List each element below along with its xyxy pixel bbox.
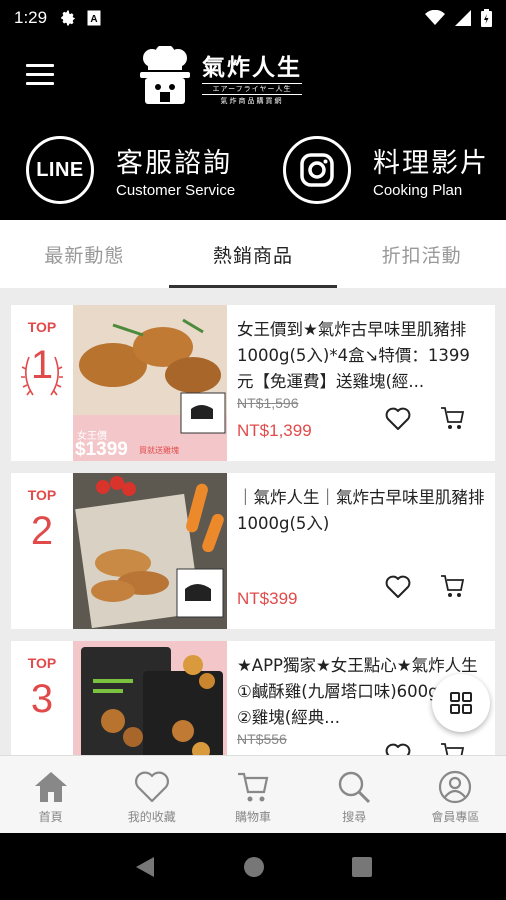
recents-square-icon[interactable]	[352, 856, 373, 877]
hamburger-menu-button[interactable]	[26, 64, 54, 86]
tab-hot-products[interactable]: 熱銷商品	[168, 220, 338, 288]
home-circle-icon[interactable]	[243, 856, 265, 878]
cooking-video-label: 料理影片	[373, 148, 489, 179]
sale-price: NT$399	[237, 589, 298, 608]
customer-service-label: 客服諮詢	[116, 148, 232, 179]
rank-badge: TOP 1	[11, 305, 73, 461]
chef-pot-logo-icon	[140, 46, 190, 104]
original-price: NT$556	[237, 731, 287, 747]
rank-label: TOP	[27, 655, 57, 671]
category-grid-button[interactable]	[432, 674, 490, 732]
rank-number: 1	[30, 343, 54, 387]
promo-badge-price: $1399	[75, 439, 128, 460]
add-to-cart-icon[interactable]	[439, 405, 465, 431]
nav-search[interactable]: 搜尋	[304, 756, 405, 833]
status-time: 1:29	[14, 8, 48, 27]
nav-home-label: 首頁	[38, 810, 63, 824]
nav-favorites-label: 我的收藏	[127, 810, 176, 824]
tab-latest-news[interactable]: 最新動態	[0, 220, 169, 288]
rank-label: TOP	[27, 319, 57, 335]
logo-tagline: 氣炸商品購買網	[220, 97, 284, 105]
product-card[interactable]: TOP 2 ｜氣炸人生｜氣炸古早味里肌豬排1000g(5入) NT$399	[11, 473, 495, 629]
nav-member-label: 會員專區	[431, 810, 480, 824]
logo-title: 氣炸人生	[202, 55, 302, 81]
tab-discounts[interactable]: 折扣活動	[337, 220, 506, 288]
rank-number: 2	[30, 509, 54, 553]
back-icon[interactable]	[134, 855, 156, 879]
product-title[interactable]: ｜氣炸人生｜氣炸古早味里肌豬排1000g(5入)	[237, 485, 485, 563]
svg-text:A: A	[90, 14, 97, 25]
favorite-heart-icon[interactable]	[385, 743, 411, 755]
rank-badge: TOP 2	[11, 473, 73, 629]
nav-cart[interactable]: 購物車	[202, 756, 303, 833]
bottom-navigation: 首頁 我的收藏 購物車 搜尋 會員專區	[0, 755, 506, 833]
line-icon: LINE	[26, 136, 94, 204]
search-icon	[339, 771, 371, 804]
heart-icon	[134, 771, 169, 803]
add-to-cart-icon[interactable]	[439, 741, 465, 755]
app-header: 氣炸人生 エアーフライヤー人生 氣炸商品購買網 LINE 客服諮詢 Custom…	[0, 36, 506, 220]
nav-search-label: 搜尋	[342, 810, 367, 824]
original-price: NT$1,596	[237, 395, 299, 411]
favorite-heart-icon[interactable]	[385, 407, 411, 431]
nav-home[interactable]: 首頁	[0, 756, 101, 833]
rank-number: 3	[30, 677, 54, 721]
nav-favorites[interactable]: 我的收藏	[101, 756, 202, 833]
customer-service-sublabel: Customer Service	[116, 182, 236, 199]
battery-icon	[481, 9, 492, 27]
category-tabs: 最新動態 熱銷商品 折扣活動	[0, 220, 506, 288]
product-card[interactable]: TOP 1 女王價 $1399 買就送雞塊 女王價到★氣炸古早味里肌豬排1000…	[11, 305, 495, 461]
add-to-cart-icon[interactable]	[439, 573, 465, 599]
wifi-icon	[425, 10, 445, 25]
rank-label: TOP	[27, 487, 57, 503]
gear-icon	[61, 10, 75, 26]
rank-badge: TOP 3	[11, 641, 73, 755]
logo-subtitle: エアーフライヤー人生	[202, 83, 302, 95]
cooking-video-sublabel: Cooking Plan	[373, 182, 463, 199]
product-title[interactable]: 女王價到★氣炸古早味里肌豬排1000g(5入)*4盒↘特價：1399元【免運費】…	[237, 317, 485, 395]
grid-icon	[450, 692, 472, 714]
signal-icon	[455, 10, 471, 26]
promo-badge-extra: 買就送雞塊	[139, 445, 179, 455]
status-bar: 1:29 A	[0, 0, 506, 36]
brand-logo: 氣炸人生 エアーフライヤー人生 氣炸商品購買網	[136, 46, 302, 108]
product-image[interactable]	[73, 473, 227, 629]
nav-member[interactable]: 會員專區	[405, 756, 506, 833]
product-image[interactable]: 女王價 $1399 買就送雞塊	[73, 305, 227, 461]
product-image[interactable]	[73, 641, 227, 755]
customer-service-link[interactable]: LINE 客服諮詢 Customer Service	[0, 130, 249, 210]
cooking-video-link[interactable]: 料理影片 Cooking Plan	[249, 130, 506, 210]
user-icon	[439, 770, 472, 804]
a-box-icon: A	[87, 10, 101, 26]
system-navigation-bar	[0, 833, 506, 900]
sale-price: NT$1,399	[237, 421, 312, 440]
nav-cart-label: 購物車	[235, 810, 272, 824]
instagram-icon	[283, 136, 351, 204]
home-icon	[34, 772, 67, 802]
cart-icon	[238, 772, 269, 802]
favorite-heart-icon[interactable]	[385, 575, 411, 599]
product-card[interactable]: TOP 3 ★APP獨家★女王點心★氣炸人生①鹹酥雞(九層塔口味)600g*2包…	[11, 641, 495, 755]
